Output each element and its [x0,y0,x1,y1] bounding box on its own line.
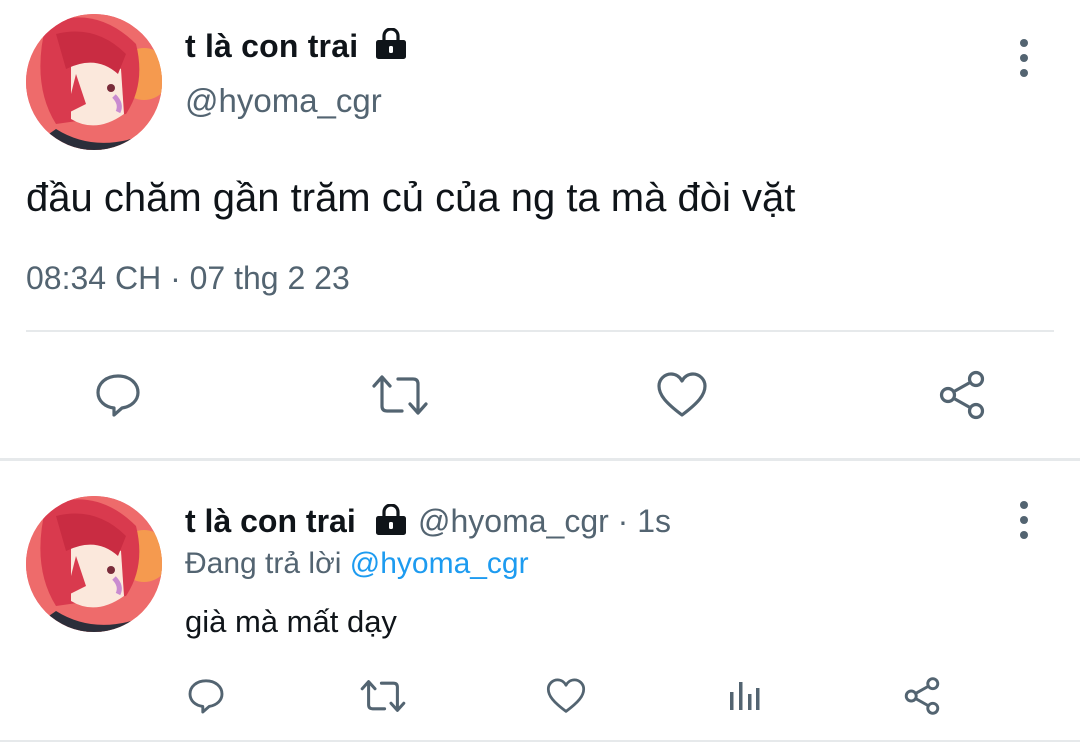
tweet-text: đầu chăm gần trăm củ của ng ta mà đòi vặ… [26,176,796,220]
share-button[interactable] [932,365,992,425]
lock-icon [374,504,408,536]
avatar-image [26,496,162,632]
heart-icon [546,678,586,713]
lock-icon [374,28,408,60]
more-vertical-icon[interactable] [1009,490,1039,550]
more-vertical-icon[interactable] [1009,28,1039,88]
handle-and-time[interactable]: @hyoma_cgr · 1s [418,503,671,540]
section-divider [0,458,1080,461]
reply-button[interactable] [88,365,148,425]
views-button[interactable] [722,674,766,718]
retweet-icon [360,680,406,712]
handle[interactable]: @hyoma_cgr [185,82,382,120]
avatar-image [26,14,162,150]
display-name[interactable]: t là con trai [185,28,358,65]
like-button[interactable] [652,365,712,425]
reply-icon [188,679,224,714]
bottom-divider [0,740,1080,742]
retweet-button[interactable] [358,674,408,718]
replying-to-prefix: Đang trả lời [185,547,350,580]
reply-icon [96,374,140,417]
mention-link[interactable]: @hyoma_cgr [350,547,529,580]
share-button[interactable] [900,674,944,718]
analytics-icon [730,682,760,710]
divider [26,330,1054,332]
like-button[interactable] [544,674,588,718]
share-icon [939,370,985,420]
heart-icon [657,372,707,417]
avatar[interactable] [26,496,162,632]
reply-button[interactable] [184,674,228,718]
display-name[interactable]: t là con trai [185,503,356,540]
replying-to: Đang trả lời @hyoma_cgr [185,547,529,581]
tweet-text: già mà mất dạy [185,604,397,639]
retweet-icon [372,375,428,415]
share-icon [904,677,940,715]
avatar[interactable] [26,14,162,150]
tweet-timestamp[interactable]: 08:34 CH · 07 thg 2 23 [26,260,350,297]
retweet-button[interactable] [368,365,432,425]
